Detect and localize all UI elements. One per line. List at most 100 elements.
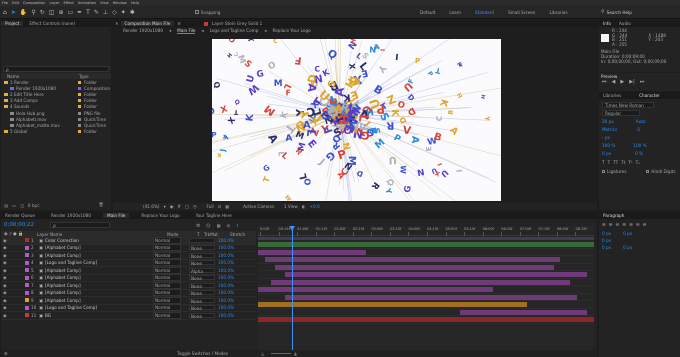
- name-column-header[interactable]: Name: [7, 74, 79, 79]
- hindi-digits-checkbox[interactable]: [646, 170, 650, 173]
- superscript-button[interactable]: T¹: [628, 160, 632, 165]
- layer-label-color[interactable]: [25, 260, 29, 265]
- layer-name[interactable]: [Logo and Tagline Comp]: [45, 260, 153, 265]
- type-column-header[interactable]: Type: [79, 74, 89, 79]
- region-icon[interactable]: ⊡: [218, 204, 222, 209]
- workspace-default[interactable]: Default: [420, 10, 435, 15]
- label-swatch[interactable]: [78, 92, 81, 96]
- layer-label-color[interactable]: [25, 283, 29, 288]
- comp-flowchart-icon[interactable]: ⌘: [196, 223, 200, 228]
- expand-triangle-icon[interactable]: ›: [9, 253, 27, 258]
- layer-name[interactable]: [Alphabet Comp]: [45, 245, 153, 250]
- layer-trkmat-dropdown[interactable]: None: [189, 290, 215, 296]
- baseline-shift-field[interactable]: 0 px: [602, 151, 611, 156]
- workspace-small-screen[interactable]: Small Screen: [508, 10, 535, 15]
- layer-label-color[interactable]: [25, 313, 29, 318]
- pan-behind-tool-icon[interactable]: ⊕: [58, 9, 63, 16]
- space-before-field[interactable]: 0 px: [602, 244, 611, 251]
- stretch-header[interactable]: Stretch: [230, 232, 245, 237]
- horizontal-scale-field[interactable]: 100 %: [633, 143, 646, 148]
- layer-row[interactable]: ◉›8▣[Alphabet Comp]NormalNone100.0%: [1, 289, 256, 297]
- align-center-icon[interactable]: ☰: [609, 222, 613, 227]
- layer-mode-dropdown[interactable]: Normal: [153, 259, 181, 267]
- justify-right-icon[interactable]: ☰: [636, 222, 640, 227]
- preview-title[interactable]: Preview: [601, 74, 617, 79]
- menu-item-file[interactable]: File: [2, 1, 8, 5]
- camera-dropdown[interactable]: Active Camera: [243, 204, 274, 209]
- zoom-tool-icon[interactable]: ⚲: [31, 9, 35, 16]
- layer-label-color[interactable]: [25, 305, 29, 310]
- breadcrumb-item[interactable]: Replace Your Logo: [273, 28, 311, 33]
- align-left-icon[interactable]: ☰: [602, 222, 606, 227]
- menu-item-window[interactable]: Window: [113, 1, 127, 5]
- expand-triangle-icon[interactable]: ›: [9, 283, 27, 288]
- timeline-tab[interactable]: Main File: [103, 213, 130, 218]
- t-header[interactable]: T: [197, 232, 204, 237]
- zoom-out-icon[interactable]: ◬: [261, 351, 264, 356]
- expand-triangle-icon[interactable]: ›: [9, 268, 27, 273]
- breadcrumb-item[interactable]: Logo and Tagline Comp: [210, 28, 259, 33]
- layer-label-color[interactable]: [25, 290, 29, 295]
- tab-character[interactable]: Character: [635, 93, 664, 98]
- expand-triangle-icon[interactable]: ›: [9, 290, 27, 295]
- layer-name[interactable]: [Alphabet Comp]: [45, 253, 153, 258]
- current-time-display[interactable]: 0;00;00;22: [4, 222, 34, 228]
- layer-trkmat-dropdown[interactable]: Alpha: [189, 267, 215, 274]
- layer-name-header[interactable]: Layer Name: [37, 232, 167, 237]
- trash-icon[interactable]: 🗑: [99, 202, 104, 208]
- layer-name[interactable]: [Alphabet Comp]: [45, 268, 153, 273]
- faux-bold-button[interactable]: T: [602, 160, 605, 165]
- label-swatch[interactable]: [78, 99, 81, 103]
- layer-row[interactable]: ◉›9▣[Alphabet Comp]NormalNone100.0%: [1, 296, 256, 305]
- layer-stretch[interactable]: 100.0%: [218, 238, 234, 243]
- layer-label-color[interactable]: [25, 268, 29, 273]
- layer-mode-dropdown[interactable]: Normal: [153, 274, 181, 282]
- layer-row[interactable]: ◉›6▣[Alphabet Comp]NormalNone100.0%: [1, 274, 256, 282]
- workspace-libraries[interactable]: Libraries: [549, 10, 567, 15]
- layer-switches-icon[interactable]: ⚙: [1, 351, 8, 356]
- layer-label-color[interactable]: [25, 238, 29, 243]
- graph-editor-icon[interactable]: ⌇: [236, 223, 238, 228]
- reset-exposure-icon[interactable]: ◐: [302, 204, 306, 209]
- expand-triangle-icon[interactable]: ›: [9, 305, 27, 310]
- layer-stretch[interactable]: 100.0%: [218, 313, 234, 318]
- project-item[interactable]: Render 1920x1080 Composition: [1, 85, 111, 91]
- layer-name[interactable]: [Alphabet Comp]: [45, 298, 153, 303]
- tab-paragraph[interactable]: Paragraph: [599, 213, 628, 218]
- expand-triangle-icon[interactable]: ›: [9, 260, 27, 265]
- expand-triangle-icon[interactable]: ›: [9, 298, 27, 303]
- indent-right-field[interactable]: 0 px: [623, 230, 632, 237]
- tab-project[interactable]: Project: [1, 21, 24, 26]
- layer-stretch[interactable]: 100.0%: [218, 298, 234, 303]
- label-swatch[interactable]: [78, 105, 81, 109]
- breadcrumb-item[interactable]: Main File: [177, 28, 196, 34]
- tab-libraries[interactable]: Libraries: [599, 93, 625, 98]
- resolution-dropdown[interactable]: Full: [206, 204, 213, 209]
- mask-icon[interactable]: ▢: [185, 204, 189, 209]
- fit-icon[interactable]: ▾: [164, 204, 166, 209]
- time-ruler[interactable]: 0:00f 00:15f 01:00f 01:15f 02:00f 02:15f 03:00…: [258, 226, 594, 236]
- workspace-standard[interactable]: Standard: [475, 10, 494, 15]
- indent-left-field[interactable]: 0 px: [602, 230, 611, 237]
- layer-row[interactable]: ◉›1▣Color CorrectionNormal100.0%: [1, 236, 256, 245]
- layer-duration-bar[interactable]: [258, 302, 527, 307]
- expand-triangle-icon[interactable]: ›: [9, 275, 27, 280]
- first-frame-icon[interactable]: ⏮: [602, 79, 607, 85]
- vertical-scale-field[interactable]: 100 %: [602, 143, 615, 148]
- layer-stretch[interactable]: 100.0%: [218, 275, 234, 280]
- views-dropdown[interactable]: 1 View: [284, 204, 298, 209]
- ligatures-checkbox[interactable]: [602, 170, 605, 173]
- layer-trkmat-dropdown[interactable]: [189, 237, 215, 243]
- tab-effect-controls[interactable]: Effect Controls (none): [25, 21, 79, 26]
- trkmat-header[interactable]: TrkMat: [204, 232, 230, 237]
- first-line-indent-field[interactable]: 0 px: [602, 237, 611, 244]
- subscript-button[interactable]: T₁: [636, 160, 640, 165]
- layer-mode-dropdown[interactable]: Normal: [153, 281, 181, 289]
- project-item[interactable]: 1 Render Folder: [1, 79, 111, 85]
- layer-label-color[interactable]: [25, 275, 29, 280]
- layer-row[interactable]: ◉›5▣[Alphabet Comp]NormalAlpha100.0%: [1, 266, 256, 275]
- home-icon[interactable]: ⌂: [3, 9, 7, 16]
- menu-item-view[interactable]: View: [100, 1, 109, 5]
- justify-left-icon[interactable]: ☰: [622, 222, 626, 227]
- label-swatch[interactable]: [78, 111, 81, 115]
